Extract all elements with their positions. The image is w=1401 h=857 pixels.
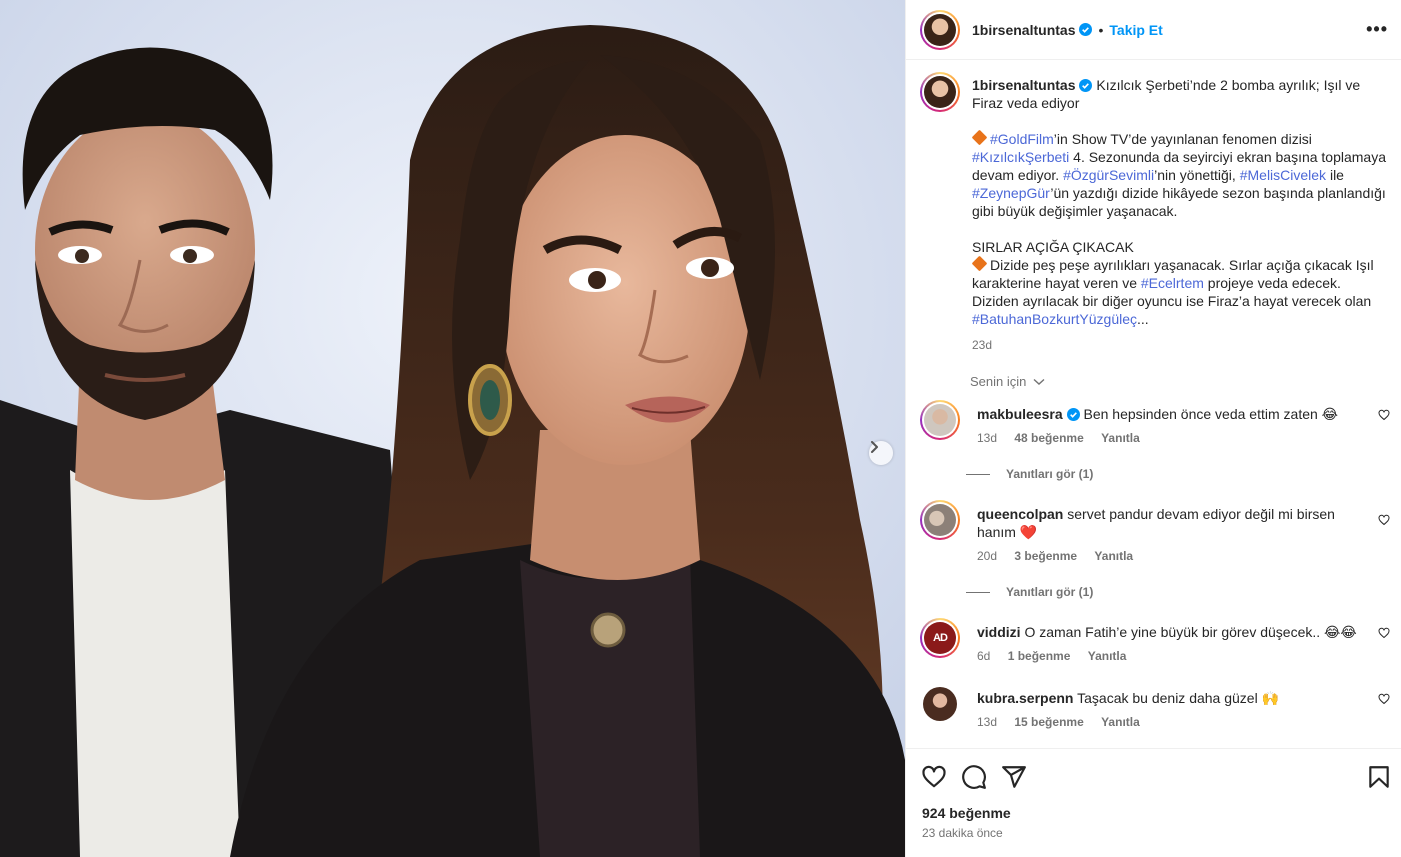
post-likes-count[interactable]: 924 beğenme (922, 805, 1011, 821)
share-icon[interactable] (1001, 764, 1027, 790)
hashtag-link[interactable]: #GoldFilm (990, 131, 1054, 147)
view-replies-button[interactable]: Yanıtları gör (1) (966, 585, 1093, 599)
view-replies-label: Yanıtları gör (1) (1006, 467, 1094, 481)
more-options-button[interactable]: ••• (1366, 20, 1388, 38)
view-replies-button[interactable]: Yanıtları gör (1) (966, 467, 1093, 481)
comment-heart-icon[interactable] (1378, 409, 1390, 421)
comment-time[interactable]: 13d (977, 715, 997, 729)
chevron-down-icon (1033, 378, 1045, 385)
comment-likes[interactable]: 3 beğenme (1014, 549, 1077, 563)
commenter-username[interactable]: viddizi (977, 624, 1021, 640)
caption-username[interactable]: 1birsenaltuntas (972, 77, 1075, 93)
caption-text: ... (1137, 311, 1149, 327)
hashtag-link[interactable]: #Ecelrtem (1141, 275, 1204, 291)
comment-time[interactable]: 6d (977, 649, 990, 663)
caption-timestamp[interactable]: 23d (972, 336, 1390, 354)
hashtag-link[interactable]: #BatuhanBozkurtYüzgüleç (972, 311, 1137, 327)
reply-button[interactable]: Yanıtla (1088, 649, 1127, 663)
hashtag-link[interactable]: #MelisCivelek (1240, 167, 1326, 183)
caption-author-avatar[interactable] (920, 72, 960, 112)
comment-likes[interactable]: 1 beğenme (1008, 649, 1071, 663)
commenter-username[interactable]: kubra.serpenn (977, 690, 1073, 706)
comment-text: O zaman Fatih’e yine büyük bir görev düş… (1024, 624, 1357, 640)
commenter-avatar[interactable] (920, 500, 960, 540)
post-media[interactable] (0, 0, 905, 857)
author-avatar[interactable] (920, 9, 960, 50)
viddizi-logo-icon: AD (924, 622, 956, 654)
comment-icon[interactable] (961, 764, 987, 790)
post-actions: 924 beğenme 23 dakika önce (906, 748, 1401, 857)
post-photo (0, 0, 905, 857)
comment-heart-icon[interactable] (1378, 693, 1390, 705)
follow-button[interactable]: Takip Et (1109, 22, 1162, 38)
caption-text: ’nin yönettiği, (1154, 167, 1240, 183)
reply-button[interactable]: Yanıtla (1101, 431, 1140, 445)
verified-badge-icon (1079, 79, 1093, 92)
comment-text: Ben hepsinden önce veda ettim zaten 😂 (1083, 406, 1339, 422)
view-replies-label: Yanıtları gör (1) (1006, 585, 1094, 599)
commenter-avatar[interactable] (920, 684, 960, 724)
reply-button[interactable]: Yanıtla (1094, 549, 1133, 563)
post-timestamp[interactable]: 23 dakika önce (922, 826, 1003, 840)
comment-likes[interactable]: 15 beğenme (1014, 715, 1083, 729)
verified-badge-icon (1066, 408, 1080, 421)
commenter-username[interactable]: makbuleesra (977, 406, 1063, 422)
post-header: 1birsenaltuntas • Takip Et ••• (906, 0, 1401, 60)
for-you-label: Senin için (970, 374, 1027, 389)
comment-heart-icon[interactable] (1378, 627, 1390, 639)
heart-icon[interactable] (921, 764, 947, 790)
caption-text: ’in Show TV’de yayınlanan fenomen dizisi (1053, 131, 1312, 147)
caption-text: ile (1326, 167, 1344, 183)
post-sidebar: 1birsenaltuntas • Takip Et ••• 1birsenal… (905, 0, 1401, 857)
comment-time[interactable]: 20d (977, 549, 997, 563)
caption-heading: SIRLAR AÇIĞA ÇIKACAK (972, 239, 1134, 255)
orange-diamond-icon (971, 255, 988, 272)
hashtag-link[interactable]: #KızılcıkŞerbeti (972, 149, 1069, 165)
comment-time[interactable]: 13d (977, 431, 997, 445)
separator-dot: • (1098, 21, 1104, 38)
author-username[interactable]: 1birsenaltuntas (972, 22, 1075, 38)
orange-diamond-icon (971, 129, 988, 146)
commenter-username[interactable]: queencolpan (977, 506, 1063, 522)
chevron-right-icon (871, 441, 878, 453)
reply-button[interactable]: Yanıtla (1101, 715, 1140, 729)
verified-badge-icon (1079, 23, 1093, 36)
comment-text: Taşacak bu deniz daha güzel 🙌 (1077, 690, 1280, 706)
post-caption: 1birsenaltuntas Kızılcık Şerbeti’nde 2 b… (920, 72, 1390, 354)
commenter-avatar[interactable] (920, 400, 960, 440)
bookmark-icon[interactable] (1366, 764, 1392, 790)
comment-heart-icon[interactable] (1378, 514, 1390, 526)
hashtag-link[interactable]: #ÖzgürSevimli (1063, 167, 1154, 183)
next-image-button[interactable] (869, 441, 893, 465)
commenter-avatar[interactable]: AD (920, 618, 960, 658)
for-you-filter[interactable]: Senin için (970, 374, 1045, 389)
hashtag-link[interactable]: #ZeynepGür (972, 185, 1050, 201)
comment-likes[interactable]: 48 beğenme (1014, 431, 1083, 445)
